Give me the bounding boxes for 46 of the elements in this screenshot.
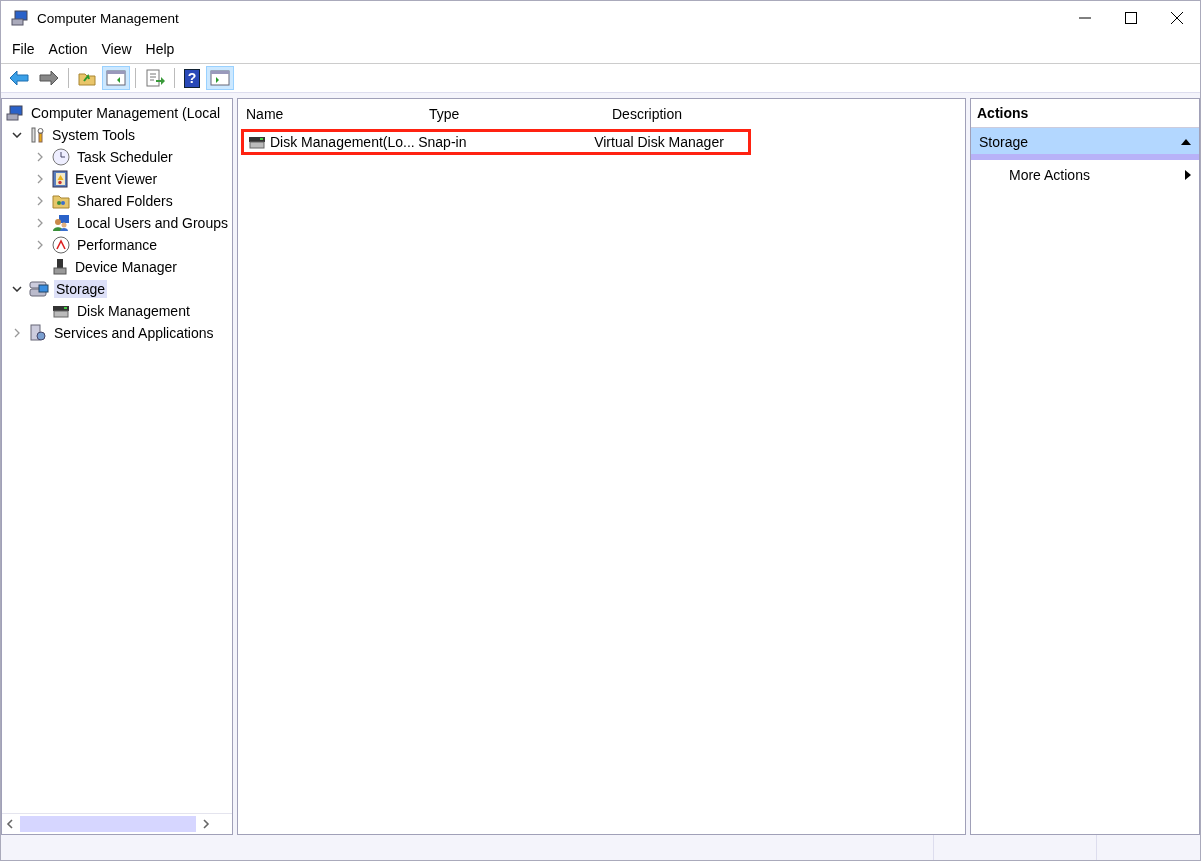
action-pane-button[interactable] bbox=[206, 66, 234, 90]
disk-icon bbox=[248, 135, 266, 149]
tree-item[interactable]: Local Users and Groups bbox=[75, 214, 230, 232]
log-icon bbox=[52, 170, 68, 188]
tree-item[interactable]: Computer Management (Local bbox=[29, 104, 223, 122]
tools-icon bbox=[29, 127, 45, 143]
collapse-triangle-icon[interactable] bbox=[1181, 139, 1191, 145]
submenu-arrow-icon bbox=[1185, 170, 1191, 180]
window-title: Computer Management bbox=[37, 10, 179, 26]
tree-item[interactable]: System Tools bbox=[50, 126, 137, 144]
services-icon bbox=[29, 324, 47, 342]
column-header[interactable]: Name bbox=[246, 106, 429, 122]
device-icon bbox=[52, 258, 68, 276]
scroll-right-icon[interactable] bbox=[202, 819, 210, 829]
tree-item[interactable]: Disk Management bbox=[75, 302, 192, 320]
console-tree-button[interactable] bbox=[102, 66, 130, 90]
menu-item[interactable]: View bbox=[94, 41, 139, 57]
app-icon bbox=[11, 10, 29, 26]
action-group-header[interactable]: Storage bbox=[971, 128, 1199, 160]
menu-item[interactable]: Help bbox=[138, 41, 182, 57]
gauge-icon bbox=[52, 236, 70, 254]
computer-icon bbox=[6, 105, 24, 121]
scrollbar-thumb[interactable] bbox=[20, 816, 196, 832]
clock-icon bbox=[52, 148, 70, 166]
column-header[interactable]: Type bbox=[429, 106, 612, 122]
table-cell: Virtual Disk Manager bbox=[594, 134, 724, 150]
list-row[interactable]: Disk Management(Lo... Snap-in Virtual Disk Manager bbox=[241, 129, 751, 155]
tree-item[interactable]: Task Scheduler bbox=[75, 148, 175, 166]
storage-icon bbox=[29, 280, 49, 298]
disk-icon bbox=[52, 304, 70, 318]
action-link[interactable]: More Actions bbox=[1009, 167, 1090, 183]
table-cell: Disk Management(Lo... bbox=[270, 134, 415, 150]
folder-icon bbox=[52, 193, 70, 209]
tree-item[interactable]: Event Viewer bbox=[73, 170, 160, 188]
tree-item[interactable]: Device Manager bbox=[73, 258, 179, 276]
users-icon bbox=[52, 214, 70, 232]
column-header[interactable]: Description bbox=[612, 106, 772, 122]
tree-item[interactable]: Performance bbox=[75, 236, 160, 254]
action-group-label: Storage bbox=[979, 134, 1029, 150]
menu-item[interactable]: Action bbox=[41, 41, 95, 57]
scroll-left-icon[interactable] bbox=[6, 819, 14, 829]
table-cell: Snap-in bbox=[418, 134, 467, 150]
tree-item[interactable]: Services and Applications bbox=[52, 324, 216, 342]
tree-item[interactable]: Shared Folders bbox=[75, 192, 175, 210]
menu-item[interactable]: File bbox=[5, 41, 42, 57]
tree-item[interactable]: Storage bbox=[54, 280, 108, 298]
